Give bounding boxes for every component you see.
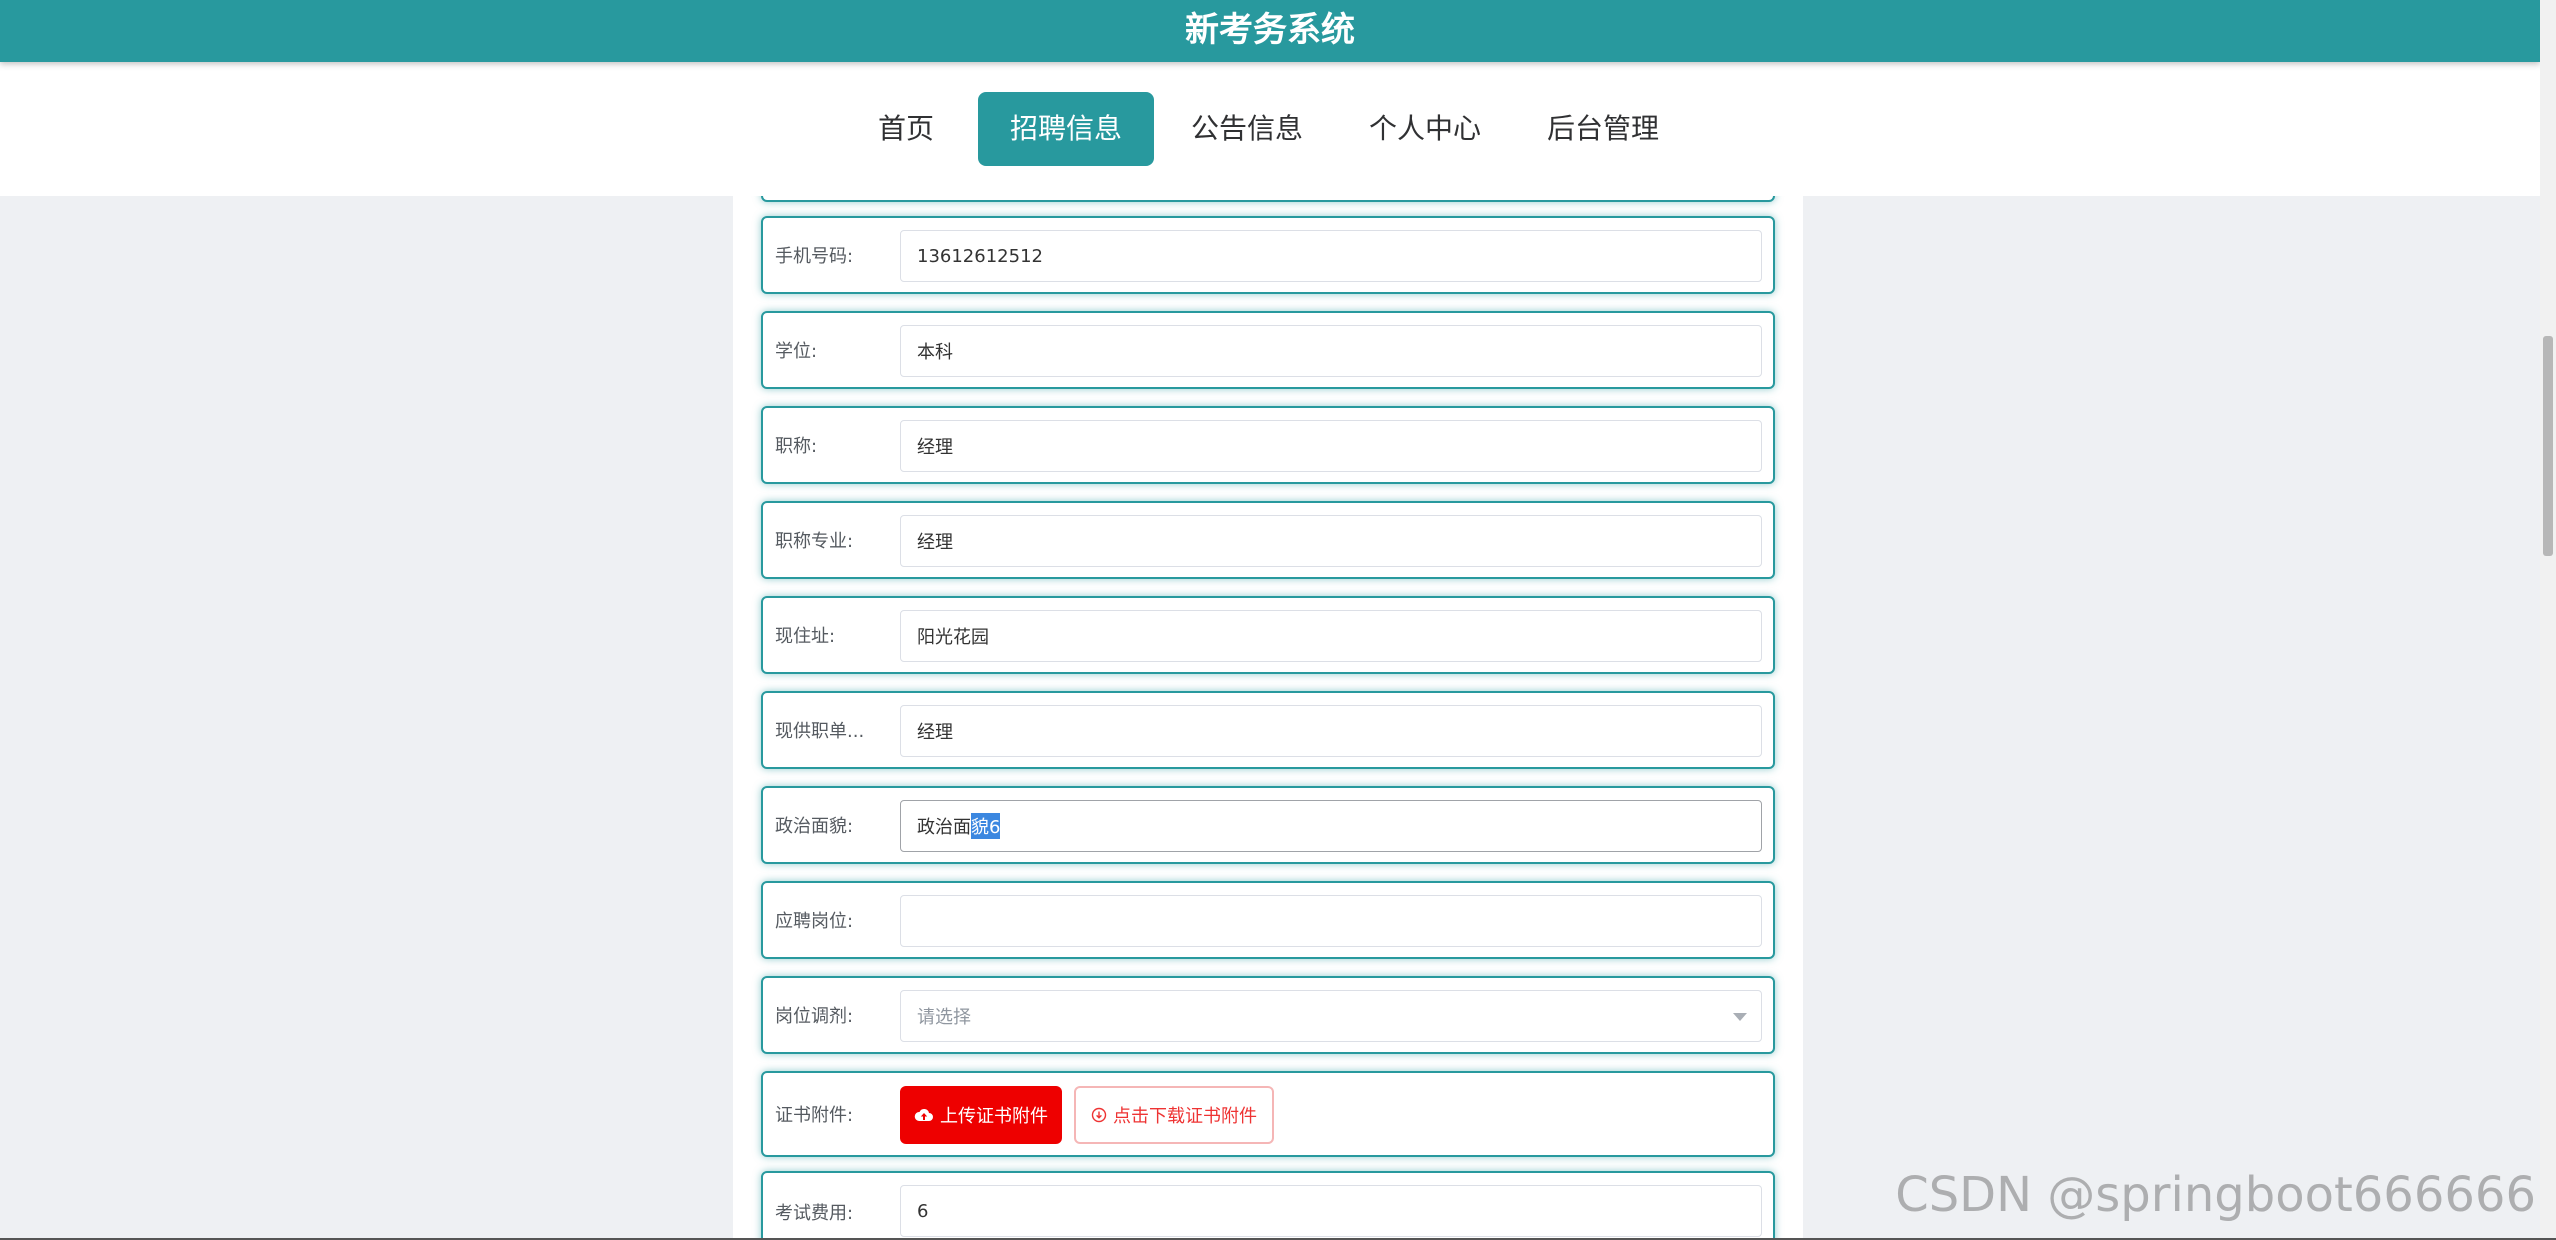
form-row-title-major: 职称专业: 经理 [761,501,1775,579]
adjust-placeholder: 请选择 [917,1007,971,1028]
page-scrollbar[interactable] [2540,0,2556,1240]
form-row-certificate: 证书附件: 上传证书附件 点击下载证书附件 [761,1071,1775,1157]
cloud-upload-icon [914,1108,933,1121]
top-nav: 首页 招聘信息 公告信息 个人中心 后台管理 [0,62,2540,196]
form-container: 手机号码: 13612612512 学位: 本科 职称: 经理 职称专业: 经理… [733,196,1803,1240]
title-input[interactable]: 经理 [900,420,1762,472]
phone-input[interactable]: 13612612512 [900,230,1762,282]
adjust-label: 岗位调剂: [775,1006,854,1027]
download-certificate-label: 点击下载证书附件 [1113,1106,1257,1127]
nav-home[interactable]: 首页 [858,92,954,166]
download-circle-icon [1091,1107,1107,1123]
form-row-title: 职称: 经理 [761,406,1775,484]
form-row-partial [761,196,1775,202]
position-input[interactable] [900,895,1762,947]
political-value-prefix: 政治面 [917,817,971,838]
address-label: 现住址: [775,626,836,647]
title-major-value: 经理 [917,532,953,553]
title-major-label: 职称专业: [775,531,854,552]
address-input[interactable]: 阳光花园 [900,610,1762,662]
app-header: 新考务系统 [0,0,2540,62]
adjust-select[interactable]: 请选择 [900,990,1762,1042]
certificate-label: 证书附件: [775,1105,854,1126]
upload-certificate-button[interactable]: 上传证书附件 [900,1086,1062,1144]
fee-label: 考试费用: [775,1203,854,1224]
upload-certificate-label: 上传证书附件 [940,1106,1048,1127]
current-unit-value: 经理 [917,722,953,743]
current-unit-label: 现供职单... [775,721,865,742]
download-certificate-button[interactable]: 点击下载证书附件 [1074,1086,1274,1144]
form-row-fee: 考试费用: 6 [761,1171,1775,1240]
position-label: 应聘岗位: [775,911,854,932]
watermark: CSDN @springboot666666 [1895,1167,2536,1223]
app-title: 新考务系统 [1185,10,1355,50]
degree-input[interactable]: 本科 [900,325,1762,377]
phone-label: 手机号码: [775,246,854,267]
scrollbar-thumb[interactable] [2543,336,2553,556]
fee-value: 6 [917,1200,929,1222]
political-value-selected: 貌6 [971,813,1001,839]
phone-value: 13612612512 [917,245,1043,267]
nav-personal-center[interactable]: 个人中心 [1360,92,1490,166]
political-label: 政治面貌: [775,816,854,837]
address-value: 阳光花园 [917,627,989,648]
fee-input[interactable]: 6 [900,1185,1762,1237]
form-row-adjust: 岗位调剂: 请选择 [761,976,1775,1054]
current-unit-input[interactable]: 经理 [900,705,1762,757]
degree-value: 本科 [917,342,953,363]
form-row-address: 现住址: 阳光花园 [761,596,1775,674]
nav-recruitment[interactable]: 招聘信息 [978,92,1154,166]
title-major-input[interactable]: 经理 [900,515,1762,567]
degree-label: 学位: [775,341,818,362]
form-row-current-unit: 现供职单... 经理 [761,691,1775,769]
title-label: 职称: [775,436,818,457]
nav-admin[interactable]: 后台管理 [1538,92,1668,166]
form-row-position: 应聘岗位: [761,881,1775,959]
form-row-phone: 手机号码: 13612612512 [761,216,1775,294]
nav-announcements[interactable]: 公告信息 [1182,92,1312,166]
chevron-down-icon [1733,1013,1747,1021]
form-row-political: 政治面貌: 政治面 貌6 [761,786,1775,864]
political-input[interactable]: 政治面 貌6 [900,800,1762,852]
form-row-degree: 学位: 本科 [761,311,1775,389]
title-value: 经理 [917,437,953,458]
